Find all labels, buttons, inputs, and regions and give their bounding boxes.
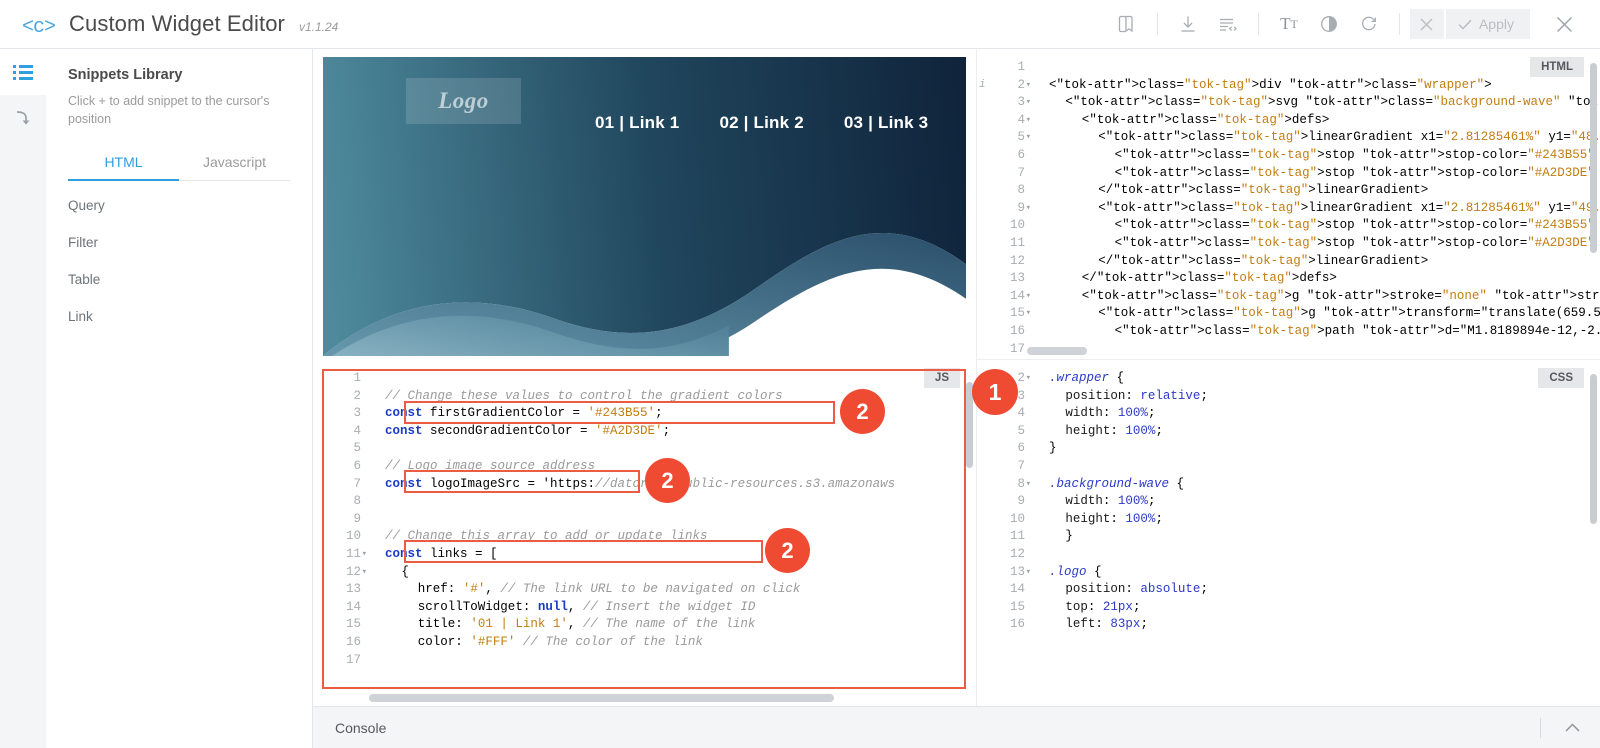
divider [1257,13,1259,35]
preview-link-3[interactable]: 03 | Link 3 [844,113,928,133]
apply-button-label: Apply [1478,16,1514,32]
preview-logo: Logo [406,78,521,124]
brand: <c> Custom Widget Editor v1.1.24 [22,10,339,39]
divider [1156,13,1158,35]
font-size-icon[interactable]: TT [1269,7,1309,41]
page-title: Custom Widget Editor [69,10,285,36]
font-size-letter: T [1280,14,1291,33]
format-code-icon[interactable] [1208,7,1248,41]
snippet-item-table[interactable]: Table [68,261,290,298]
widget-preview: Logo 01 | Link 1 02 | Link 2 03 | Link 3 [313,49,976,360]
preview-nav: 01 | Link 1 02 | Link 2 03 | Link 3 [595,113,928,133]
console-actions [1540,717,1590,738]
font-size-letter-small: T [1290,16,1298,31]
snippets-sidebar: Snippets Library Click + to add snippet … [46,49,313,748]
css-language-badge: CSS [1538,368,1584,388]
custom-widget-editor-app: <c> Custom Widget Editor v1.1.24 T T App… [0,0,1600,748]
arrow-return-icon [16,111,30,125]
html-horizontal-scrollbar[interactable] [1027,347,1087,355]
refresh-icon[interactable] [1349,7,1389,41]
snippet-item-query[interactable]: Query [68,187,290,224]
book-icon[interactable] [1107,7,1147,41]
js-language-badge: JS [923,368,960,388]
top-bar-actions: TT Apply [1107,7,1584,41]
snippet-list: Query Filter Table Link [68,181,290,335]
html-vertical-scrollbar[interactable] [1590,63,1597,253]
html-language-badge: HTML [1530,57,1584,77]
preview-link-1[interactable]: 01 | Link 1 [595,113,679,133]
snippet-item-link[interactable]: Link [68,298,290,335]
annotation-badge-2-logo: 2 [645,458,690,503]
js-code-content[interactable]: // Change these values to control the gr… [371,360,976,669]
js-line-numbers: 1 2 3 4 5 6 7 8 9 10 11 ▾ 12 ▾ 13 14 15 16 17 [313,360,371,670]
js-horizontal-scrollbar[interactable] [369,694,834,702]
sidebar-subtitle: Click + to add snippet to the cursor's p… [68,94,270,127]
css-vertical-scrollbar[interactable] [1590,374,1597,524]
divider [1398,13,1400,35]
sidebar-tabs: HTML Javascript [68,146,290,182]
body: Snippets Library Click + to add snippet … [0,49,1600,748]
download-icon[interactable] [1168,7,1208,41]
tab-html[interactable]: HTML [68,146,179,182]
tab-javascript[interactable]: Javascript [179,146,290,181]
preview-canvas: Logo 01 | Link 1 02 | Link 2 03 | Link 3 [323,57,966,356]
annotation-badge-2-links: 2 [765,528,810,573]
close-icon[interactable] [1544,7,1584,41]
divider [1540,717,1541,738]
annotation-badge-2-gradient: 2 [840,389,885,434]
version-label: v1.1.24 [298,19,339,34]
panes: Logo 01 | Link 1 02 | Link 2 03 | Link 3… [313,49,1600,706]
console-bar[interactable]: Console [313,706,1600,748]
apply-button[interactable]: Apply [1445,9,1530,39]
left-column: Logo 01 | Link 1 02 | Link 2 03 | Link 3… [313,49,976,706]
main-area: Logo 01 | Link 1 02 | Link 2 03 | Link 3… [313,49,1600,748]
html-code-content[interactable]: <"tok-attr">class="tok-tag">div "tok-att… [1035,49,1600,358]
rail-item-undo-redo[interactable] [0,95,46,141]
css-code-content[interactable]: .wrapper {position: relative; width: 100%… [1035,360,1600,634]
annotation-badge-1: 1 [972,369,1018,415]
chevron-up-icon[interactable] [1555,717,1590,738]
left-rail [0,49,46,748]
code-brackets-icon: <c> [22,15,56,39]
console-label: Console [335,719,387,736]
html-editor[interactable]: HTML 1 i 2 ▾ 3 ▾ 4 ▾ 5 ▾ 6 7 8 9 ▾ 10 11 12 13 14 ▾ 15 ▾ 16 17 <… [977,49,1600,360]
contrast-theme-icon[interactable] [1309,7,1349,41]
list-icon [13,64,33,80]
check-icon [1458,19,1472,30]
sidebar-title: Snippets Library [68,67,183,83]
rail-item-snippets-library[interactable] [0,49,46,95]
top-bar: <c> Custom Widget Editor v1.1.24 T T App… [0,0,1600,49]
css-editor[interactable]: CSS 2 ▾ 3 4 5 6 7 8 ▾ 9 10 11 12 13 ▾ 14 15 16 .wrapper {… [977,360,1600,706]
html-line-numbers: 1 i 2 ▾ 3 ▾ 4 ▾ 5 ▾ 6 7 8 9 ▾ 10 11 12 13 14 ▾ 15 ▾ 16 17 [977,49,1035,359]
preview-logo-text: Logo [438,88,489,113]
snippet-item-filter[interactable]: Filter [68,224,290,261]
right-column: HTML 1 i 2 ▾ 3 ▾ 4 ▾ 5 ▾ 6 7 8 9 ▾ 10 11 12 13 14 ▾ 15 ▾ 16 17 <… [976,49,1600,706]
cancel-button[interactable] [1409,9,1444,39]
preview-link-2[interactable]: 02 | Link 2 [719,113,803,133]
